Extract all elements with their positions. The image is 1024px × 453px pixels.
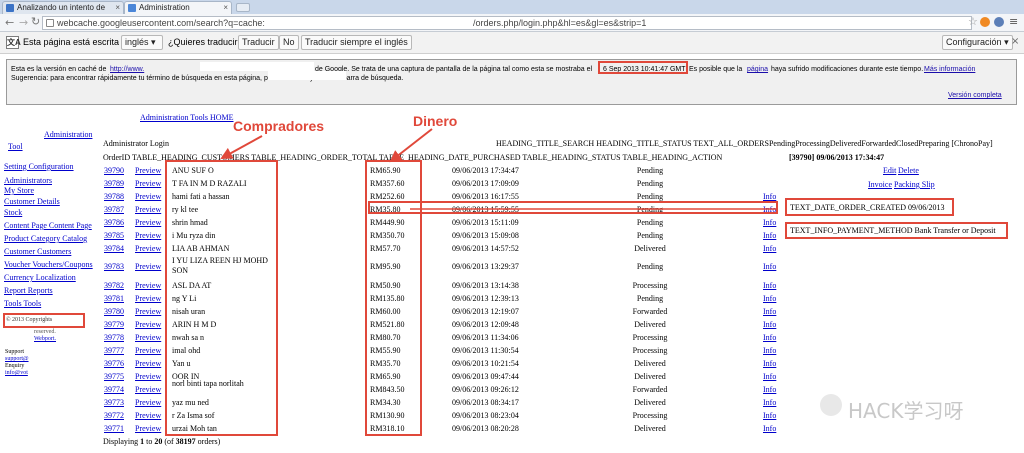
wechat-logo-icon [820,394,842,416]
buyers-highlight [165,160,278,436]
row-highlight [368,201,778,214]
buyers-arrow [220,135,263,159]
watermark-text: HACK学习呀 [848,399,964,423]
annotation-arrows [220,128,778,210]
money-arrow [389,128,433,163]
